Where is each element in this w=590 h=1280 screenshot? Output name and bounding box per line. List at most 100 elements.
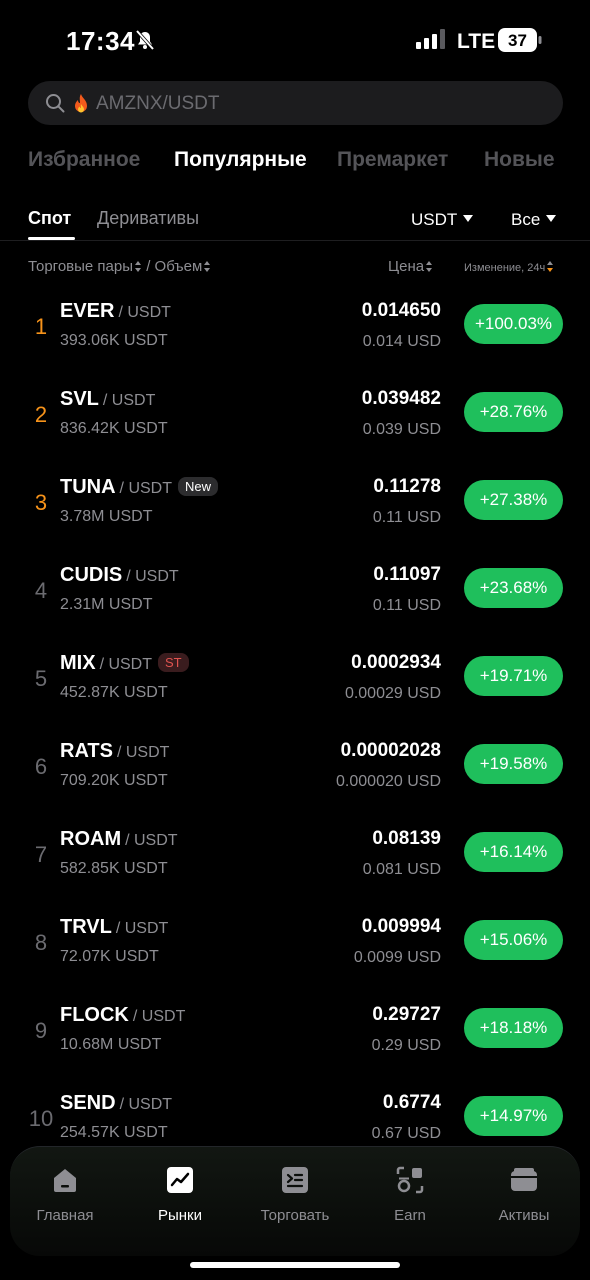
trade-icon <box>282 1167 308 1193</box>
volume: 3.78M USDT <box>60 508 153 525</box>
pair-quote: / USDT <box>99 656 153 673</box>
pair-base: SEND <box>60 1092 116 1114</box>
column-header-pairs[interactable]: Торговые пары / Объем <box>28 258 211 275</box>
pair: SEND / USDT <box>60 1092 172 1115</box>
pair-quote: / USDT <box>132 1008 186 1025</box>
battery-level: 37 <box>508 31 527 50</box>
volume: 709.20K USDT <box>60 772 168 789</box>
caret-down-icon <box>546 215 557 222</box>
change-badge[interactable]: +27.38% <box>464 480 563 520</box>
price-usd: 0.29 USD <box>371 1037 441 1054</box>
status-time: 17:34 <box>66 26 135 56</box>
volume: 2.31M USDT <box>60 596 153 613</box>
price: 0.11278 <box>373 476 441 497</box>
markets-screen: 17:34 LTE 37 AMZNX/USDT Избранное Популя… <box>0 0 590 1280</box>
caret-down-icon <box>463 215 474 222</box>
change-badge[interactable]: +19.71% <box>464 656 563 696</box>
price: 0.009994 <box>361 916 441 937</box>
table-row[interactable]: 1 EVER / USDT 393.06K USDT 0.014650 0.014… <box>0 282 590 370</box>
pair-quote: / USDT <box>125 832 178 849</box>
change-badge[interactable]: +18.18% <box>464 1008 563 1048</box>
pair: CUDIS / USDT <box>60 564 179 587</box>
price: 0.11097 <box>373 564 441 585</box>
st-badge: ST <box>158 653 189 672</box>
pair: RATS / USDT <box>60 740 169 763</box>
new-badge: New <box>178 477 219 496</box>
change-badge[interactable]: +19.58% <box>464 744 563 784</box>
search-bar[interactable]: AMZNX/USDT <box>28 81 563 125</box>
price-usd: 0.081 USD <box>362 861 441 878</box>
table-row[interactable]: 2 SVL / USDT 836.42K USDT 0.039482 0.039 … <box>0 370 590 458</box>
table-row[interactable]: 4 CUDIS / USDT 2.31M USDT 0.11097 0.11 US… <box>0 546 590 634</box>
nav-earn[interactable]: Earn <box>355 1165 465 1235</box>
pair-base: MIX <box>60 652 96 674</box>
rank: 4 <box>34 578 48 603</box>
price-usd: 0.11 USD <box>372 509 441 526</box>
price: 0.00002028 <box>340 740 441 761</box>
nav-trade[interactable]: Торговать <box>240 1165 350 1235</box>
rank: 1 <box>34 314 48 339</box>
tab-favorites[interactable]: Избранное <box>28 148 140 172</box>
table-row[interactable]: 7 ROAM / USDT 582.85K USDT 0.08139 0.081 … <box>0 810 590 898</box>
table-row[interactable]: 6 RATS / USDT 709.20K USDT 0.00002028 0.0… <box>0 722 590 810</box>
nav-markets[interactable]: Рынки <box>125 1165 235 1235</box>
change-badge[interactable]: +15.06% <box>464 920 563 960</box>
nav-label: Рынки <box>157 1207 202 1224</box>
pair: TUNA / USDT New <box>60 476 219 499</box>
market-list: 1 EVER / USDT 393.06K USDT 0.014650 0.014… <box>0 282 590 1146</box>
pair-base: CUDIS <box>60 564 123 586</box>
price-usd: 0.0099 USD <box>353 949 441 966</box>
column-price-label: Цена <box>388 258 425 275</box>
change-badge[interactable]: +14.97% <box>464 1096 563 1136</box>
rank: 6 <box>34 754 48 779</box>
table-row[interactable]: 10 SEND / USDT 254.57K USDT 0.6774 0.67 U… <box>0 1074 590 1146</box>
change-badge[interactable]: +100.03% <box>464 304 563 344</box>
price: 0.08139 <box>372 828 441 849</box>
volume: 72.07K USDT <box>60 948 159 965</box>
column-pairs-label: Торговые пары <box>28 258 134 275</box>
rank: 2 <box>34 402 48 427</box>
quote-filter-dropdown[interactable]: USDT <box>411 210 474 230</box>
column-change-label: Изменение, 24ч <box>464 262 546 274</box>
tab-popular[interactable]: Популярные <box>174 148 307 172</box>
table-row[interactable]: 8 TRVL / USDT 72.07K USDT 0.009994 0.0099… <box>0 898 590 986</box>
pair-base: RATS <box>60 740 113 762</box>
rank: 5 <box>34 666 48 691</box>
pair-base: ROAM <box>60 828 122 850</box>
scope-filter-dropdown[interactable]: Все <box>511 210 557 230</box>
volume: 836.42K USDT <box>60 420 168 437</box>
tab-derivatives[interactable]: Деривативы <box>97 208 199 229</box>
price-usd: 0.014 USD <box>362 333 441 350</box>
pair: EVER / USDT <box>60 300 171 323</box>
rank: 10 <box>28 1106 54 1131</box>
table-row[interactable]: 5 MIX / USDT ST 452.87K USDT 0.0002934 0.0… <box>0 634 590 722</box>
column-header-change[interactable]: Изменение, 24ч <box>464 261 554 274</box>
battery-icon: 37 <box>498 28 542 52</box>
bell-muted-icon <box>135 29 155 51</box>
pair: SVL / USDT <box>60 388 155 411</box>
tab-new[interactable]: Новые <box>484 148 555 172</box>
table-row[interactable]: 3 TUNA / USDT New 3.78M USDT 0.11278 0.11 … <box>0 458 590 546</box>
nav-home[interactable]: Главная <box>10 1165 120 1235</box>
home-indicator[interactable] <box>190 1262 400 1268</box>
pair-base: TUNA <box>60 476 116 498</box>
nav-assets[interactable]: Активы <box>469 1165 579 1235</box>
tab-premarket[interactable]: Премаркет <box>337 148 448 172</box>
volume: 393.06K USDT <box>60 332 168 349</box>
pair: ROAM / USDT <box>60 828 178 851</box>
pair-quote: / USDT <box>119 480 172 497</box>
search-input[interactable]: AMZNX/USDT <box>96 93 220 115</box>
tab-spot[interactable]: Спот <box>28 208 71 229</box>
table-row[interactable]: 9 FLOCK / USDT 10.68M USDT 0.29727 0.29 U… <box>0 986 590 1074</box>
scope-filter-label: Все <box>511 210 541 229</box>
change-badge[interactable]: +16.14% <box>464 832 563 872</box>
pair-quote: / USDT <box>115 920 169 937</box>
change-badge[interactable]: +28.76% <box>464 392 563 432</box>
bottom-nav: Главная Рынки Торговать Earn Активы <box>10 1146 580 1256</box>
rank: 9 <box>34 1018 48 1043</box>
column-header-price[interactable]: Цена <box>388 258 433 275</box>
price-usd: 0.039 USD <box>362 421 441 438</box>
volume: 582.85K USDT <box>60 860 168 877</box>
price-usd: 0.000020 USD <box>336 773 441 790</box>
change-badge[interactable]: +23.68% <box>464 568 563 608</box>
